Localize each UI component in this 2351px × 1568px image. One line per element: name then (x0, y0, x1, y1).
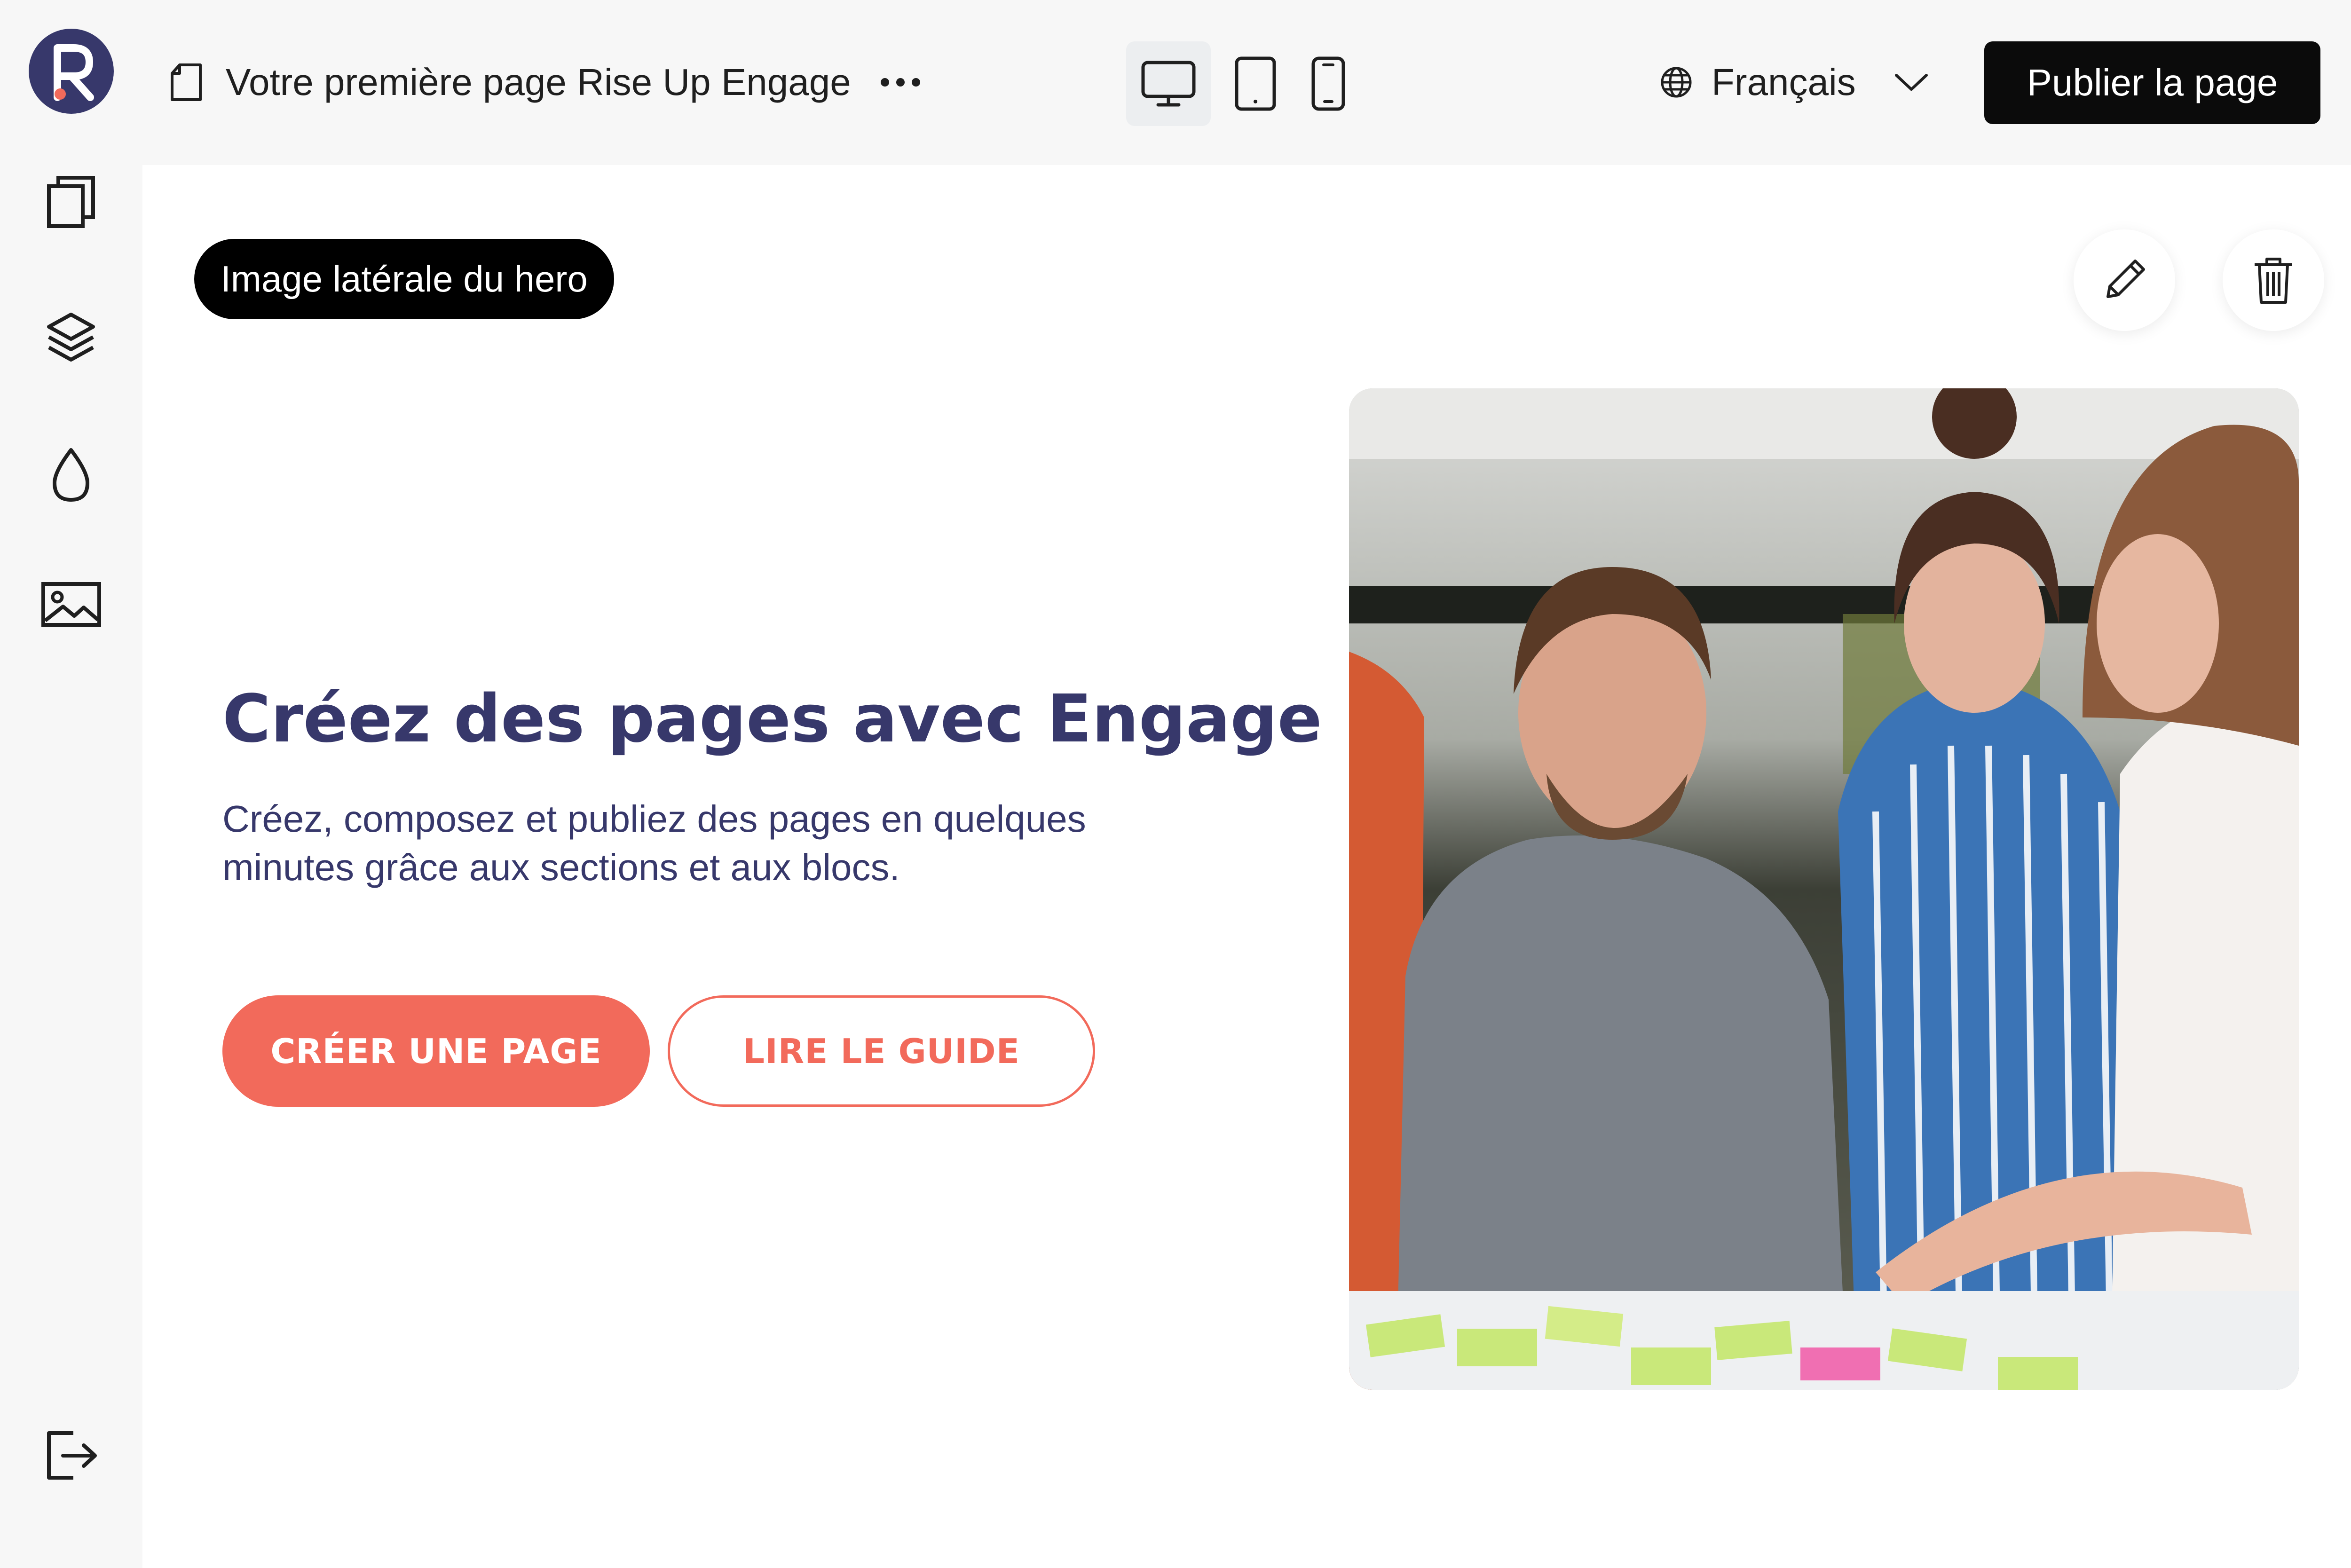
edit-section-button[interactable] (2074, 229, 2175, 331)
sidebar-logout[interactable] (40, 1425, 102, 1486)
device-desktop-button[interactable] (1126, 41, 1211, 126)
device-tablet-button[interactable] (1213, 41, 1298, 126)
sidebar-item-media[interactable] (40, 574, 102, 635)
chevron-down-icon (1894, 74, 1928, 91)
mobile-icon (1311, 56, 1345, 111)
more-options-button[interactable] (875, 66, 926, 99)
globe-icon (1661, 67, 1692, 98)
section-tag: Image latérale du hero (194, 239, 614, 319)
logout-icon (47, 1431, 97, 1480)
language-selector[interactable]: Français (1660, 56, 1929, 108)
app-logo[interactable] (29, 29, 114, 114)
media-image-icon (41, 582, 101, 627)
create-page-button[interactable]: CRÉER UNE PAGE (222, 995, 650, 1107)
trash-icon (2255, 258, 2292, 304)
tablet-icon (1235, 56, 1276, 111)
desktop-icon (1141, 61, 1196, 107)
hero-side-image[interactable] (1349, 388, 2299, 1390)
publish-button[interactable]: Publier la page (1984, 41, 2320, 124)
document-icon (171, 63, 202, 101)
sidebar-item-layers[interactable] (40, 308, 102, 370)
sidebar-item-theme[interactable] (40, 444, 102, 506)
pages-icon (47, 176, 95, 228)
page-title[interactable]: Votre première page Rise Up Engage (226, 56, 851, 108)
logo-icon (53, 44, 94, 101)
sidebar-item-pages[interactable] (40, 171, 102, 233)
sidebar (0, 0, 142, 1568)
pencil-icon (2106, 260, 2145, 298)
hero-title: Créez des pages avec Engage (222, 681, 1322, 757)
ellipsis-horizontal-icon (881, 78, 920, 87)
hero-subtitle: Créez, composez et publiez des pages en … (222, 798, 1086, 888)
language-label: Français (1712, 61, 1856, 103)
delete-section-button[interactable] (2223, 229, 2324, 331)
team-meeting-photo (1349, 388, 2299, 1390)
theme-drop-icon (53, 448, 89, 502)
layers-icon (47, 313, 95, 362)
device-mobile-button[interactable] (1286, 41, 1371, 126)
read-guide-button[interactable]: LIRE LE GUIDE (668, 995, 1095, 1107)
